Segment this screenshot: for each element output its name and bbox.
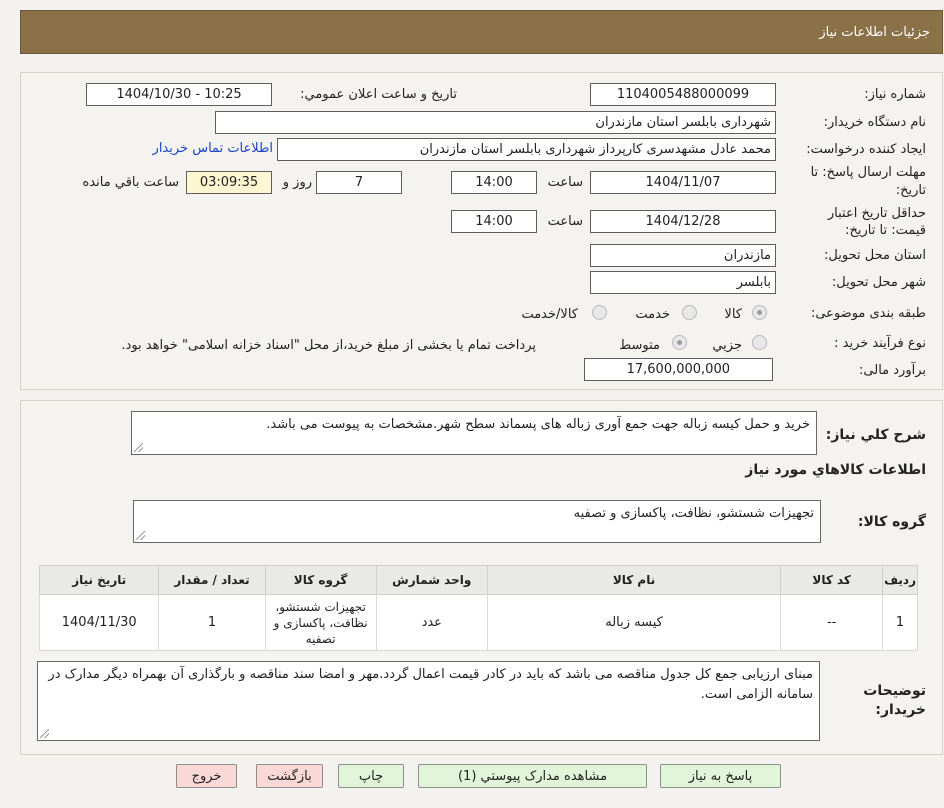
col-index: ردیف	[882, 565, 918, 595]
deadline-label-line1: مهلت ارسال پاسخ: تا	[810, 165, 926, 180]
print-button[interactable]: چاپ	[338, 764, 404, 788]
col-qty: تعداد / مقدار	[158, 565, 266, 595]
goods-group-text: تجهیزات شستشو، نظافت، پاکسازی و تصفیه	[573, 506, 814, 521]
budget-label: برآورد مالی:	[859, 363, 926, 378]
resize-grip-icon[interactable]	[134, 443, 143, 452]
col-code: کد کالا	[780, 565, 884, 595]
goods-section-title: اطلاعات کالاهاي مورد نیاز	[745, 462, 926, 478]
reply-button[interactable]: پاسخ به نیاز	[660, 764, 781, 788]
col-date: تاریخ نیاز	[38, 565, 160, 595]
category-radio-service[interactable]	[682, 305, 697, 320]
cell-qty: 1	[158, 594, 266, 651]
process-medium-label: متوسط	[619, 338, 660, 353]
validity-label-line2: قیمت: تا تاریخ:	[845, 223, 926, 238]
time-remaining-label: ساعت باقي مانده	[82, 175, 179, 190]
page-header: جزئیات اطلاعات نیاز	[20, 10, 943, 54]
col-unit: واحد شمارش	[375, 565, 488, 595]
table-header-row: ردیف کد کالا نام کالا واحد شمارش گروه کا…	[38, 565, 918, 595]
process-radio-partial[interactable]	[752, 335, 767, 350]
budget-field: 17,600,000,000	[584, 358, 773, 381]
category-label: طبقه بندی موضوعی:	[810, 306, 926, 321]
buyer-contact-link[interactable]: اطلاعات تماس خریدار	[153, 141, 273, 156]
validity-label-line1: حداقل تاریخ اعتبار	[827, 206, 926, 221]
process-partial-label: جزیي	[712, 338, 742, 353]
province-field: مازندران	[590, 244, 776, 267]
goods-group-label: گروه کالا:	[857, 514, 926, 530]
cell-group: تجهیزات شستشو، نظافت، پاکسازی و تصفیه	[264, 594, 377, 651]
notes-textarea[interactable]: مبنای ارزیابی جمع کل جدول مناقصه می باشد…	[37, 661, 820, 741]
col-group: گروه کالا	[264, 565, 377, 595]
creator-label: ایجاد کننده درخواست:	[806, 142, 926, 157]
col-name: نام کالا	[486, 565, 782, 595]
time-remaining-field: 03:09:35	[186, 171, 272, 194]
cell-name: کیسه زباله	[486, 594, 782, 651]
validity-date-field: 1404/12/28	[590, 210, 776, 233]
notes-label-line1: توضیحات	[863, 683, 926, 699]
deadline-time-label: ساعت	[547, 175, 583, 190]
days-remaining-field: 7	[316, 171, 402, 194]
process-note: پرداخت تمام یا بخشی از مبلغ خرید،از محل …	[121, 338, 536, 353]
category-radio-goods-service[interactable]	[592, 305, 607, 320]
goods-table: ردیف کد کالا نام کالا واحد شمارش گروه کا…	[38, 565, 918, 651]
announce-datetime-field: 1404/10/30 - 10:25	[86, 83, 272, 106]
notes-label-line2: خریدار:	[875, 702, 926, 718]
validity-time-label: ساعت	[547, 214, 583, 229]
buyer-org-label: نام دستگاه خریدار:	[823, 115, 926, 130]
deadline-date-field: 1404/11/07	[590, 171, 776, 194]
process-radio-medium[interactable]	[672, 335, 687, 350]
days-and-label: روز و	[282, 175, 312, 190]
need-number-field: 1104005488000099	[590, 83, 776, 106]
summary-label: شرح کلي نیاز:	[825, 427, 926, 443]
city-field: بابلسر	[590, 271, 776, 294]
category-radio-goods[interactable]	[752, 305, 767, 320]
exit-button[interactable]: خروج	[176, 764, 237, 788]
resize-grip-icon[interactable]	[40, 729, 49, 738]
category-goods-label: کالا	[724, 307, 742, 322]
summary-textarea[interactable]: خرید و حمل کیسه زباله جهت جمع آوری زباله…	[131, 411, 817, 455]
table-row: 1 -- کیسه زباله عدد تجهیزات شستشو، نظافت…	[38, 594, 918, 651]
need-number-label: شماره نیاز:	[864, 87, 926, 102]
page-title: جزئیات اطلاعات نیاز	[819, 24, 930, 40]
back-button[interactable]: بازگشت	[256, 764, 323, 788]
announce-label: تاریخ و ساعت اعلان عمومي:	[300, 87, 457, 102]
process-label: نوع فرآیند خرید :	[834, 336, 926, 351]
cell-date: 1404/11/30	[38, 594, 160, 651]
creator-field: محمد عادل مشهدسری کارپرداز شهرداری بابلس…	[277, 138, 776, 161]
cell-unit: عدد	[375, 594, 488, 651]
summary-text: خرید و حمل کیسه زباله جهت جمع آوری زباله…	[266, 417, 810, 432]
buyer-org-field: شهرداری بابلسر استان مازندران	[215, 111, 776, 134]
notes-text: مبنای ارزیابی جمع کل جدول مناقصه می باشد…	[48, 667, 813, 702]
cell-code: --	[780, 594, 884, 651]
goods-group-textarea[interactable]: تجهیزات شستشو، نظافت، پاکسازی و تصفیه	[133, 500, 821, 543]
deadline-label-line2: تاریخ:	[895, 183, 926, 198]
city-label: شهر محل تحویل:	[831, 275, 926, 290]
category-goods-service-label: کالا/خدمت	[521, 307, 578, 322]
announce-datetime-value: 1404/10/30 - 10:25	[116, 87, 242, 102]
validity-time-field: 14:00	[451, 210, 537, 233]
deadline-time-field: 14:00	[451, 171, 537, 194]
province-label: استان محل تحویل:	[824, 248, 926, 263]
view-attachments-button[interactable]: مشاهده مدارک پیوستي (1)	[418, 764, 647, 788]
resize-grip-icon[interactable]	[136, 531, 145, 540]
cell-index: 1	[882, 594, 918, 651]
category-service-label: خدمت	[635, 307, 670, 322]
